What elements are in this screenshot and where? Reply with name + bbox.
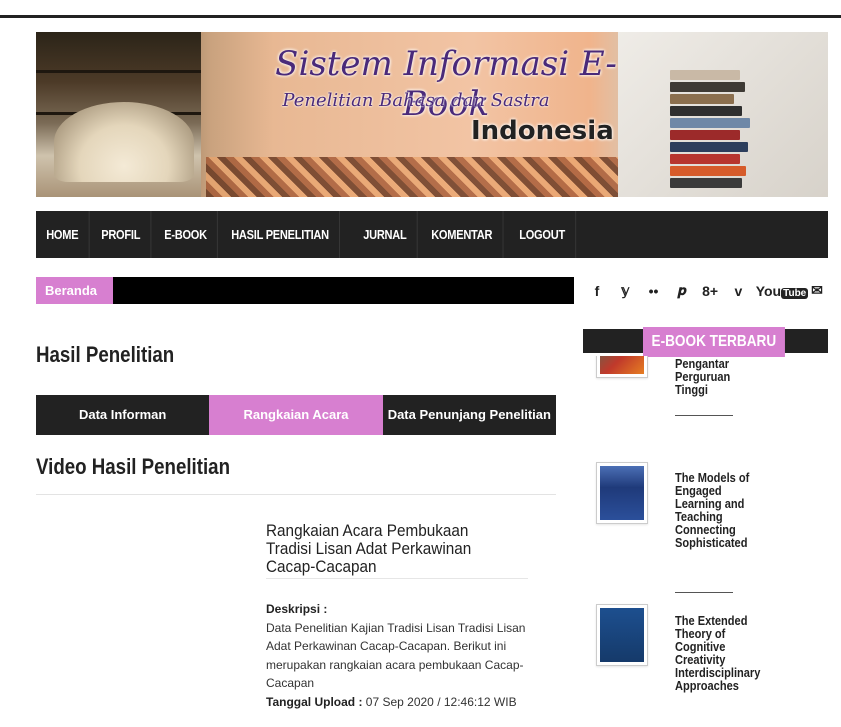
top-border bbox=[0, 0, 841, 18]
divider bbox=[36, 494, 556, 495]
ebook-title[interactable]: mata Kuliah Pengantar Perguruan Tinggi bbox=[675, 356, 760, 396]
ebook-cover[interactable] bbox=[596, 356, 648, 378]
video-title[interactable]: Rangkaian Acara Pembukaan Tradisi Lisan … bbox=[266, 522, 502, 576]
youtube-box: Tube bbox=[781, 287, 809, 299]
tab-data-informan[interactable]: Data Informan bbox=[36, 395, 209, 435]
vimeo-icon[interactable]: v bbox=[727, 283, 749, 299]
sidebar-heading: E-BOOK TERBARU bbox=[583, 327, 828, 357]
ebook-title[interactable]: The Extended Theory of Cognitive Creativ… bbox=[675, 614, 760, 692]
pinterest-icon[interactable]: 𝒑 bbox=[671, 282, 693, 299]
social-icons: f 𝕪 •• 𝒑 8+ v You Tube ✉ bbox=[586, 277, 828, 304]
divider bbox=[675, 592, 733, 593]
email-icon[interactable]: ✉ bbox=[806, 282, 828, 299]
batik-pattern bbox=[206, 157, 656, 197]
flickr-icon[interactable]: •• bbox=[643, 283, 665, 299]
ebook-cover[interactable] bbox=[596, 462, 648, 524]
divider bbox=[675, 415, 733, 416]
breadcrumb: Beranda bbox=[36, 277, 574, 304]
nav-logout[interactable]: LOGOUT bbox=[509, 211, 577, 258]
tab-rangkaian-acara[interactable]: Rangkaian Acara bbox=[209, 395, 383, 435]
nav-ebook[interactable]: E-BOOK bbox=[154, 211, 218, 258]
ebook-list: mata Kuliah Pengantar Perguruan Tinggi T… bbox=[583, 356, 828, 727]
site-subtitle: Penelitian Bahasa dan Sastra bbox=[282, 90, 550, 111]
description-text: Data Penelitian Kajian Tradisi Lisan Tra… bbox=[266, 620, 526, 691]
section-title: Video Hasil Penelitian bbox=[36, 454, 230, 479]
nav-profil[interactable]: PROFIL bbox=[91, 211, 152, 258]
tab-bar: Data Informan Rangkaian Acara Data Penun… bbox=[36, 395, 556, 435]
header-banner: Sistem Informasi E-Book Penelitian Bahas… bbox=[36, 32, 828, 197]
upload-label: Tanggal Upload : bbox=[266, 694, 363, 709]
ebook-cover[interactable] bbox=[596, 604, 648, 666]
breadcrumb-home[interactable]: Beranda bbox=[36, 277, 113, 304]
main-nav: HOME PROFIL E-BOOK HASIL PENELITIAN JURN… bbox=[36, 211, 828, 258]
nav-home[interactable]: HOME bbox=[36, 211, 90, 258]
youtube-icon[interactable]: You Tube bbox=[755, 282, 809, 299]
upload-date: 07 Sep 2020 / 12:46:12 WIB bbox=[365, 694, 517, 709]
facebook-icon[interactable]: f bbox=[586, 283, 608, 299]
page-title: Hasil Penelitian bbox=[36, 342, 175, 367]
divider bbox=[266, 578, 528, 579]
site-subtitle-indonesia: Indonesia bbox=[471, 116, 614, 146]
sidebar-heading-label: E-BOOK TERBARU bbox=[643, 327, 785, 357]
open-book-image bbox=[54, 102, 194, 182]
youtube-text: You bbox=[755, 282, 782, 299]
nav-jurnal[interactable]: JURNAL bbox=[353, 211, 418, 258]
description-label: Deskripsi : bbox=[266, 602, 328, 616]
bookshelf-image bbox=[36, 32, 201, 197]
nav-komentar[interactable]: KOMENTAR bbox=[421, 211, 503, 258]
nav-hasil-penelitian[interactable]: HASIL PENELITIAN bbox=[221, 211, 340, 258]
video-description: Deskripsi : Data Penelitian Kajian Tradi… bbox=[266, 600, 528, 711]
tab-data-penunjang[interactable]: Data Penunjang Penelitian bbox=[383, 395, 556, 435]
twitter-icon[interactable]: 𝕪 bbox=[614, 282, 636, 299]
site-title: Sistem Informasi E-Book bbox=[275, 44, 617, 124]
ebook-title[interactable]: The Models of Engaged Learning and Teach… bbox=[675, 471, 760, 549]
google-plus-icon[interactable]: 8+ bbox=[699, 283, 721, 299]
